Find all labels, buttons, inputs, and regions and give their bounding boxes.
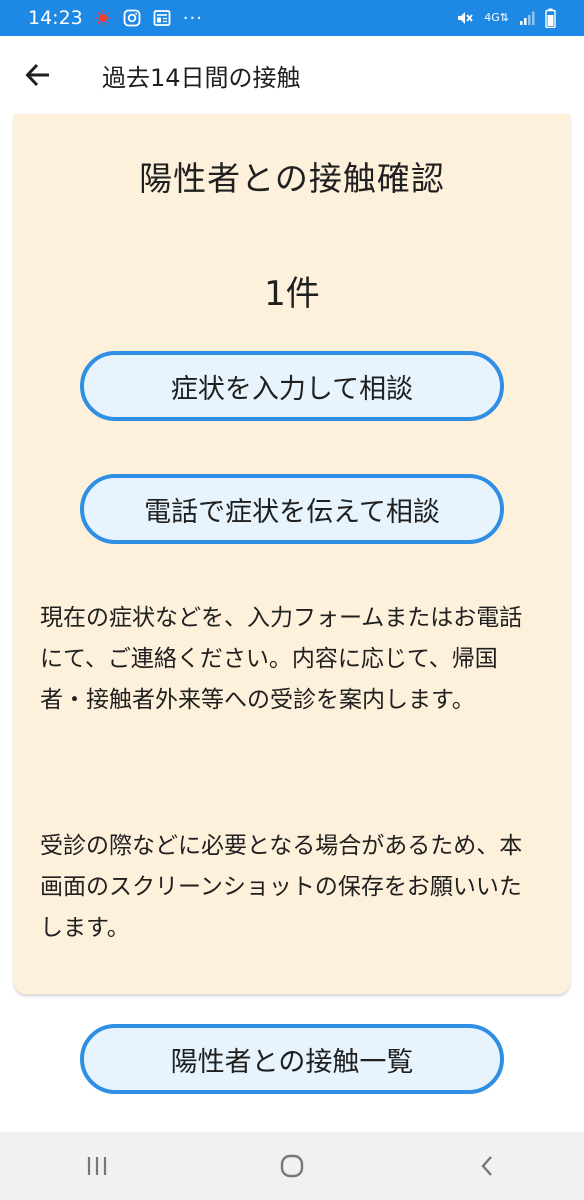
system-back-button[interactable]	[447, 1136, 527, 1196]
status-bar: 14:23 ··· 4G ⇅	[0, 0, 584, 36]
status-left: 14:23 ···	[28, 7, 203, 29]
signal-icon	[519, 10, 535, 26]
contact-count: 1件	[264, 274, 320, 314]
instagram-icon	[123, 9, 141, 27]
network-type: 4G ⇅	[484, 11, 509, 24]
notification-dot-icon	[95, 10, 111, 26]
news-icon	[153, 9, 171, 27]
phone-consultation-button[interactable]: 電話で症状を伝えて相談	[80, 474, 504, 544]
system-nav-bar	[0, 1132, 584, 1200]
card-title: 陽性者との接触確認	[139, 159, 445, 198]
back-icon	[481, 1156, 492, 1176]
back-button[interactable]	[14, 51, 62, 99]
recent-apps-button[interactable]	[57, 1136, 137, 1196]
app-bar: 過去14日間の接触	[0, 36, 584, 114]
contact-list-button[interactable]: 陽性者との接触一覧	[80, 1024, 504, 1094]
input-symptoms-button[interactable]: 症状を入力して相談	[80, 351, 504, 421]
home-icon	[280, 1154, 304, 1178]
recent-apps-icon	[88, 1157, 107, 1175]
network-label: 4G	[484, 11, 500, 24]
instruction-paragraph: 現在の症状などを、入力フォームまたはお電話にて、ご連絡ください。内容に応じて、帰…	[40, 605, 523, 713]
mute-icon	[456, 9, 474, 27]
data-arrows-icon: ⇅	[499, 11, 509, 24]
battery-icon	[545, 8, 556, 28]
page-title: 過去14日間の接触	[102, 63, 301, 92]
status-time: 14:23	[28, 7, 83, 29]
home-button[interactable]	[252, 1136, 332, 1196]
arrow-left-icon	[25, 63, 49, 87]
more-notifications: ···	[182, 7, 203, 29]
screenshot-note-paragraph: 受診の際などに必要となる場合があるため、本画面のスクリーンショットの保存をお願い…	[40, 833, 523, 941]
status-right: 4G ⇅	[456, 8, 556, 28]
